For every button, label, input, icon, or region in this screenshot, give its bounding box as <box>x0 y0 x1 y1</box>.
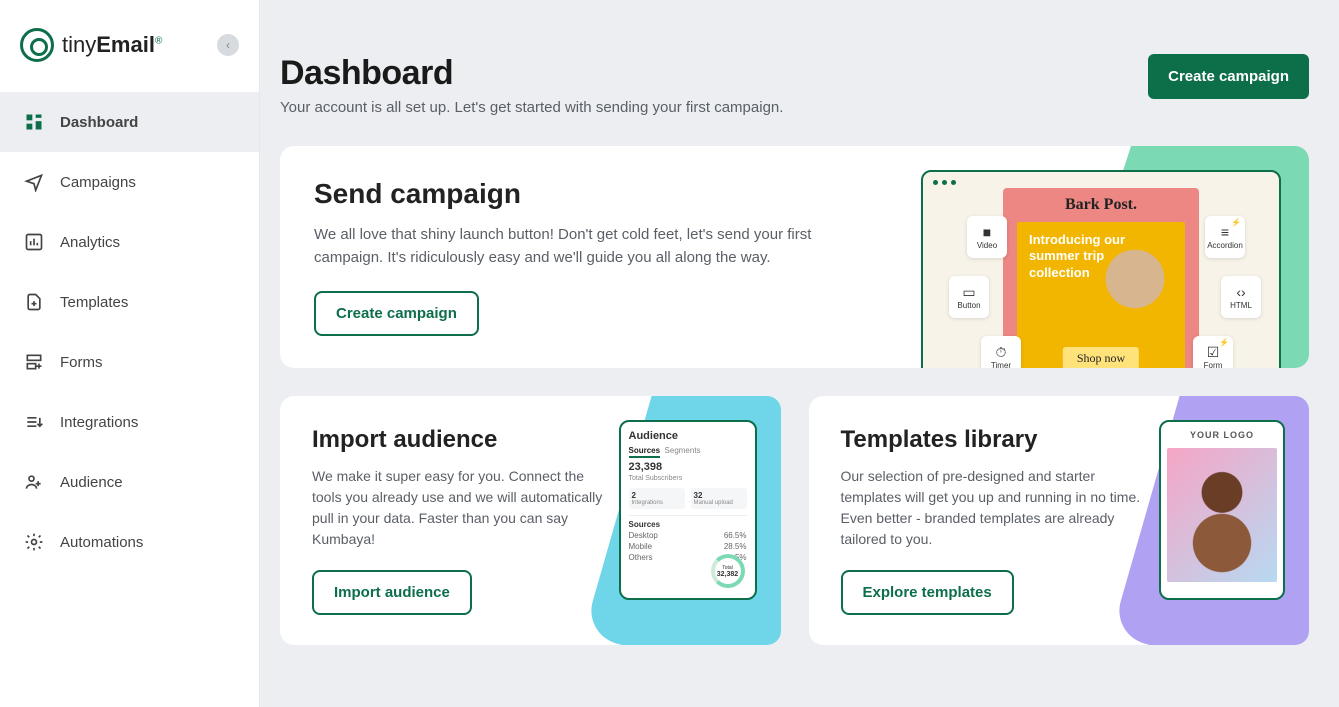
block-chip-video: ■Video <box>967 216 1007 258</box>
page-subtitle: Your account is all set up. Let's get st… <box>280 99 783 116</box>
nav-forms[interactable]: Forms <box>0 332 259 392</box>
nav-analytics[interactable]: Analytics <box>0 212 259 272</box>
block-chip-accordion: ⚡≡Accordion <box>1205 216 1245 258</box>
block-chip-button: ▭Button <box>949 276 989 318</box>
dog-image <box>1089 250 1181 322</box>
donut-chart-icon: Total32,382 <box>711 554 745 588</box>
explore-templates-button[interactable]: Explore templates <box>841 570 1014 615</box>
nav-label: Campaigns <box>60 174 136 191</box>
timer-icon: ⏱ <box>996 345 1007 359</box>
block-chip-timer: ⏱Timer <box>981 336 1021 368</box>
block-chip-html: ‹›HTML <box>1221 276 1261 318</box>
form-icon: ☑ <box>1207 345 1220 359</box>
import-audience-button[interactable]: Import audience <box>312 570 472 615</box>
dashboard-icon <box>24 112 44 132</box>
card-body: We all love that shiny launch button! Do… <box>314 224 874 269</box>
brand: tinyEmail® ‹ <box>0 0 259 92</box>
nav-label: Audience <box>60 474 123 491</box>
block-chip-form: ⚡☑Form <box>1193 336 1233 368</box>
send-campaign-card: Send campaign We all love that shiny lau… <box>280 146 1309 368</box>
card-body: We make it super easy for you. Connect t… <box>312 466 612 550</box>
button-icon: ▭ <box>962 285 975 299</box>
page-title: Dashboard <box>280 54 783 93</box>
nav-dashboard[interactable]: Dashboard <box>0 92 259 152</box>
nav-label: Integrations <box>60 414 138 431</box>
preview-brand: Bark Post. <box>1003 188 1199 214</box>
card-title: Send campaign <box>314 178 874 210</box>
template-icon <box>24 292 44 312</box>
nav-audience[interactable]: Audience <box>0 452 259 512</box>
forms-icon <box>24 352 44 372</box>
collapse-sidebar-button[interactable]: ‹ <box>217 34 239 56</box>
audience-icon <box>24 472 44 492</box>
nav-label: Analytics <box>60 234 120 251</box>
create-campaign-button[interactable]: Create campaign <box>1148 54 1309 99</box>
nav-templates[interactable]: Templates <box>0 272 259 332</box>
accordion-icon: ≡ <box>1221 225 1229 239</box>
nav: Dashboard Campaigns Analytics Templates … <box>0 92 259 572</box>
window-dots-icon <box>933 180 956 185</box>
automations-icon <box>24 532 44 552</box>
import-audience-card: Import audience We make it super easy fo… <box>280 396 781 645</box>
nav-label: Forms <box>60 354 103 371</box>
create-campaign-button-outline[interactable]: Create campaign <box>314 291 479 336</box>
card-title: Templates library <box>841 426 1141 454</box>
video-icon: ■ <box>983 225 991 239</box>
logo-text: tinyEmail® <box>62 32 162 58</box>
nav-label: Automations <box>60 534 143 551</box>
nav-automations[interactable]: Automations <box>0 512 259 572</box>
main: Dashboard Your account is all set up. Le… <box>260 0 1339 707</box>
template-logo-text: YOUR LOGO <box>1161 422 1283 448</box>
integrations-icon <box>24 412 44 432</box>
nav-integrations[interactable]: Integrations <box>0 392 259 452</box>
html-icon: ‹› <box>1236 285 1245 299</box>
sidebar: tinyEmail® ‹ Dashboard Campaigns Analyti… <box>0 0 260 707</box>
card-body: Our selection of pre-designed and starte… <box>841 466 1141 550</box>
template-hero-image <box>1167 448 1277 582</box>
card-title: Import audience <box>312 426 612 454</box>
template-preview: YOUR LOGO <box>1159 420 1285 600</box>
page-header: Dashboard Your account is all set up. Le… <box>280 54 1309 116</box>
audience-preview: Audience Sources Segments 23,398 Total S… <box>619 420 757 600</box>
templates-library-card: Templates library Our selection of pre-d… <box>809 396 1310 645</box>
logo-icon <box>20 28 54 62</box>
send-icon <box>24 172 44 192</box>
nav-label: Dashboard <box>60 114 138 131</box>
campaign-preview: Bark Post. Introducing our summer trip c… <box>921 170 1281 368</box>
shop-now-button: Shop now <box>1063 347 1139 368</box>
chart-icon <box>24 232 44 252</box>
nav-label: Templates <box>60 294 128 311</box>
nav-campaigns[interactable]: Campaigns <box>0 152 259 212</box>
